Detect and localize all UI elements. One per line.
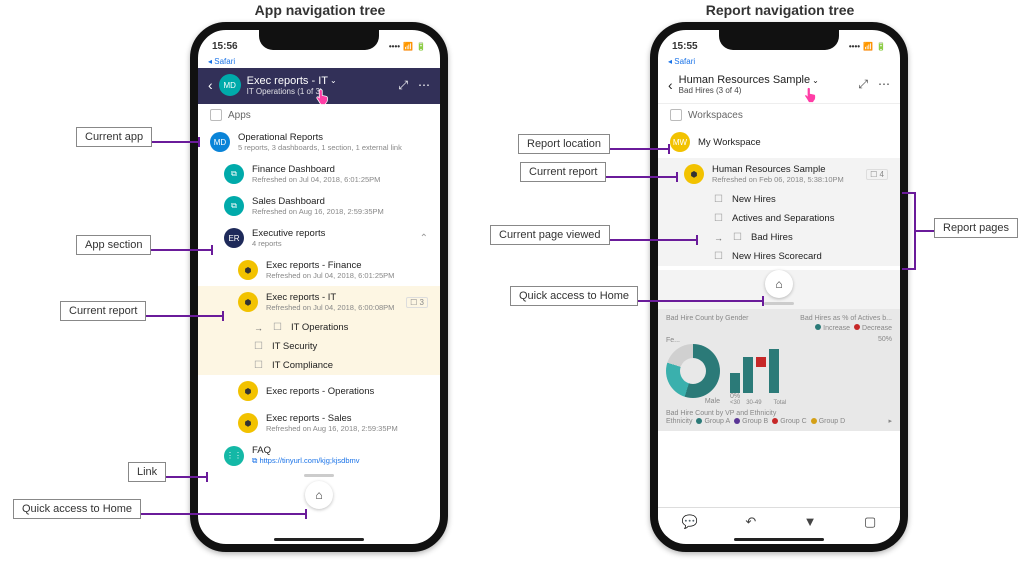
heading-right: Report navigation tree [650, 2, 910, 18]
callout-current-page: Current page viewed [490, 229, 610, 241]
link-faq[interactable]: ⋮⋮ FAQ⧉ https://tinyurl.com/kjg;kjsdbmv [198, 439, 440, 472]
expand-icon[interactable]: ⤢ [858, 77, 868, 92]
chevron-down-icon: ⌄ [812, 76, 819, 85]
current-page-icon: → [714, 233, 723, 243]
callout-app-section: App section [76, 239, 151, 251]
status-icons: ••••📶🔋 [386, 41, 426, 52]
page-it-ops[interactable]: →☐IT Operations [198, 318, 440, 337]
app-section-row[interactable]: ER Executive reports4 reports ⌃ [198, 222, 440, 254]
drag-handle[interactable] [764, 302, 794, 305]
header-subtitle: IT Operations (1 of 3) [247, 87, 337, 96]
callout-link: Link [128, 466, 166, 478]
page-icon: ☐ [714, 194, 724, 205]
link-icon: ⋮⋮ [224, 446, 244, 466]
dashboard-icon: ⧉ [224, 196, 244, 216]
apps-section: Apps [198, 104, 440, 126]
callout-report-pages: Report pages [934, 222, 1018, 234]
header-title[interactable]: Human Resources Sample⌄ [679, 74, 819, 86]
dashboard-finance[interactable]: ⧉ Finance DashboardRefreshed on Jul 04, … [198, 158, 440, 190]
page-icon: ☐ [273, 322, 283, 333]
current-app-row[interactable]: MD Operational Reports5 reports, 3 dashb… [198, 126, 440, 158]
callout-report-loc: Report location [518, 138, 610, 150]
donut-chart [666, 344, 720, 398]
more-icon[interactable]: ⋯ [878, 77, 890, 92]
bracket-connector [916, 230, 934, 232]
report-icon: ⬢ [684, 164, 704, 184]
current-report-row[interactable]: ⬢ Exec reports - ITRefreshed on Jul 04, … [198, 286, 440, 318]
current-report-row[interactable]: ⬢ Human Resources SampleRefreshed on Feb… [658, 158, 900, 190]
report-icon: ⬢ [238, 292, 258, 312]
waterfall-chart [730, 343, 892, 393]
status-icons: ••••📶🔋 [846, 41, 886, 52]
callout-current-report-r: Current report [520, 166, 606, 178]
dashboard-icon: ⧉ [224, 164, 244, 184]
report-icon: ⬢ [238, 413, 258, 433]
callout-current-app: Current app [76, 131, 152, 143]
bookmark-icon[interactable]: ▢ [864, 514, 876, 530]
page-count-badge: ☐ 3 [406, 297, 428, 308]
callout-home: Quick access to Home [13, 503, 141, 515]
drag-handle[interactable] [304, 474, 334, 477]
back-icon[interactable]: ‹ [208, 77, 213, 93]
home-button[interactable]: ⌂ [305, 481, 333, 509]
page-bad-hires[interactable]: →☐Bad Hires [658, 228, 900, 247]
workspaces-section: Workspaces [658, 104, 900, 126]
report-finance[interactable]: ⬢ Exec reports - FinanceRefreshed on Jul… [198, 254, 440, 286]
app-icon: MD [210, 132, 230, 152]
status-time: 15:55 [672, 41, 698, 52]
expand-icon[interactable]: ⤢ [398, 78, 408, 93]
notch [259, 30, 379, 50]
app-avatar: MD [219, 74, 241, 96]
home-indicator[interactable] [734, 538, 824, 541]
workspaces-icon [670, 109, 682, 121]
breadcrumb-safari[interactable]: ◂ Safari [198, 54, 440, 68]
page-it-comp[interactable]: ☐IT Compliance [198, 356, 440, 375]
back-icon[interactable]: ‹ [668, 77, 673, 93]
dashboard-sales[interactable]: ⧉ Sales DashboardRefreshed on Aug 16, 20… [198, 190, 440, 222]
report-icon: ⬢ [238, 381, 258, 401]
page-icon: ☐ [254, 360, 264, 371]
report-sales[interactable]: ⬢ Exec reports - SalesRefreshed on Aug 1… [198, 407, 440, 439]
filter-icon[interactable]: ▼ [804, 514, 817, 530]
page-it-sec[interactable]: ☐IT Security [198, 337, 440, 356]
current-page-icon: → [254, 323, 263, 333]
report-icon: ⬢ [238, 260, 258, 280]
app-header: ‹ MD Exec reports - IT⌄ IT Operations (1… [198, 68, 440, 104]
callout-current-report: Current report [60, 305, 146, 317]
page-scorecard[interactable]: ☐New Hires Scorecard [658, 247, 900, 266]
breadcrumb-safari[interactable]: ◂ Safari [658, 54, 900, 68]
phone-report-nav: 15:55 ••••📶🔋 ◂ Safari ‹ Human Resources … [650, 22, 908, 552]
section-icon: ER [224, 228, 244, 248]
header-title[interactable]: Exec reports - IT⌄ [247, 75, 337, 87]
report-header: ‹ Human Resources Sample⌄ Bad Hires (3 o… [658, 68, 900, 104]
heading-left: App navigation tree [190, 2, 450, 18]
page-icon: ☐ [733, 232, 743, 243]
more-icon[interactable]: ⋯ [418, 78, 430, 93]
notch [719, 30, 839, 50]
report-ops[interactable]: ⬢ Exec reports - Operations [198, 375, 440, 407]
apps-icon [210, 109, 222, 121]
phone-app-nav: 15:56 ••••📶🔋 ◂ Safari ‹ MD Exec reports … [190, 22, 448, 552]
page-icon: ☐ [714, 213, 724, 224]
page-icon: ☐ [714, 251, 724, 262]
page-new-hires[interactable]: ☐New Hires [658, 190, 900, 209]
workspace-avatar: MW [670, 132, 690, 152]
chevron-down-icon: ⌄ [330, 76, 337, 85]
bottom-toolbar: 💬 ↶ ▼ ▢ [658, 507, 900, 536]
page-icon: ☐ [254, 341, 264, 352]
page-actives[interactable]: ☐Actives and Separations [658, 209, 900, 228]
page-count-badge: ☐ 4 [866, 169, 888, 180]
workspace-row[interactable]: MW My Workspace [658, 126, 900, 158]
undo-icon[interactable]: ↶ [745, 514, 756, 530]
home-button[interactable]: ⌂ [765, 270, 793, 298]
comment-icon[interactable]: 💬 [682, 514, 698, 530]
home-indicator[interactable] [274, 538, 364, 541]
status-time: 15:56 [212, 41, 238, 52]
report-preview: Bad Hire Count by GenderBad Hires as % o… [658, 309, 900, 431]
callout-home-r: Quick access to Home [510, 290, 638, 302]
chevron-up-icon: ⌃ [420, 233, 428, 244]
bracket-report-pages [902, 192, 916, 270]
header-subtitle: Bad Hires (3 of 4) [679, 86, 819, 95]
